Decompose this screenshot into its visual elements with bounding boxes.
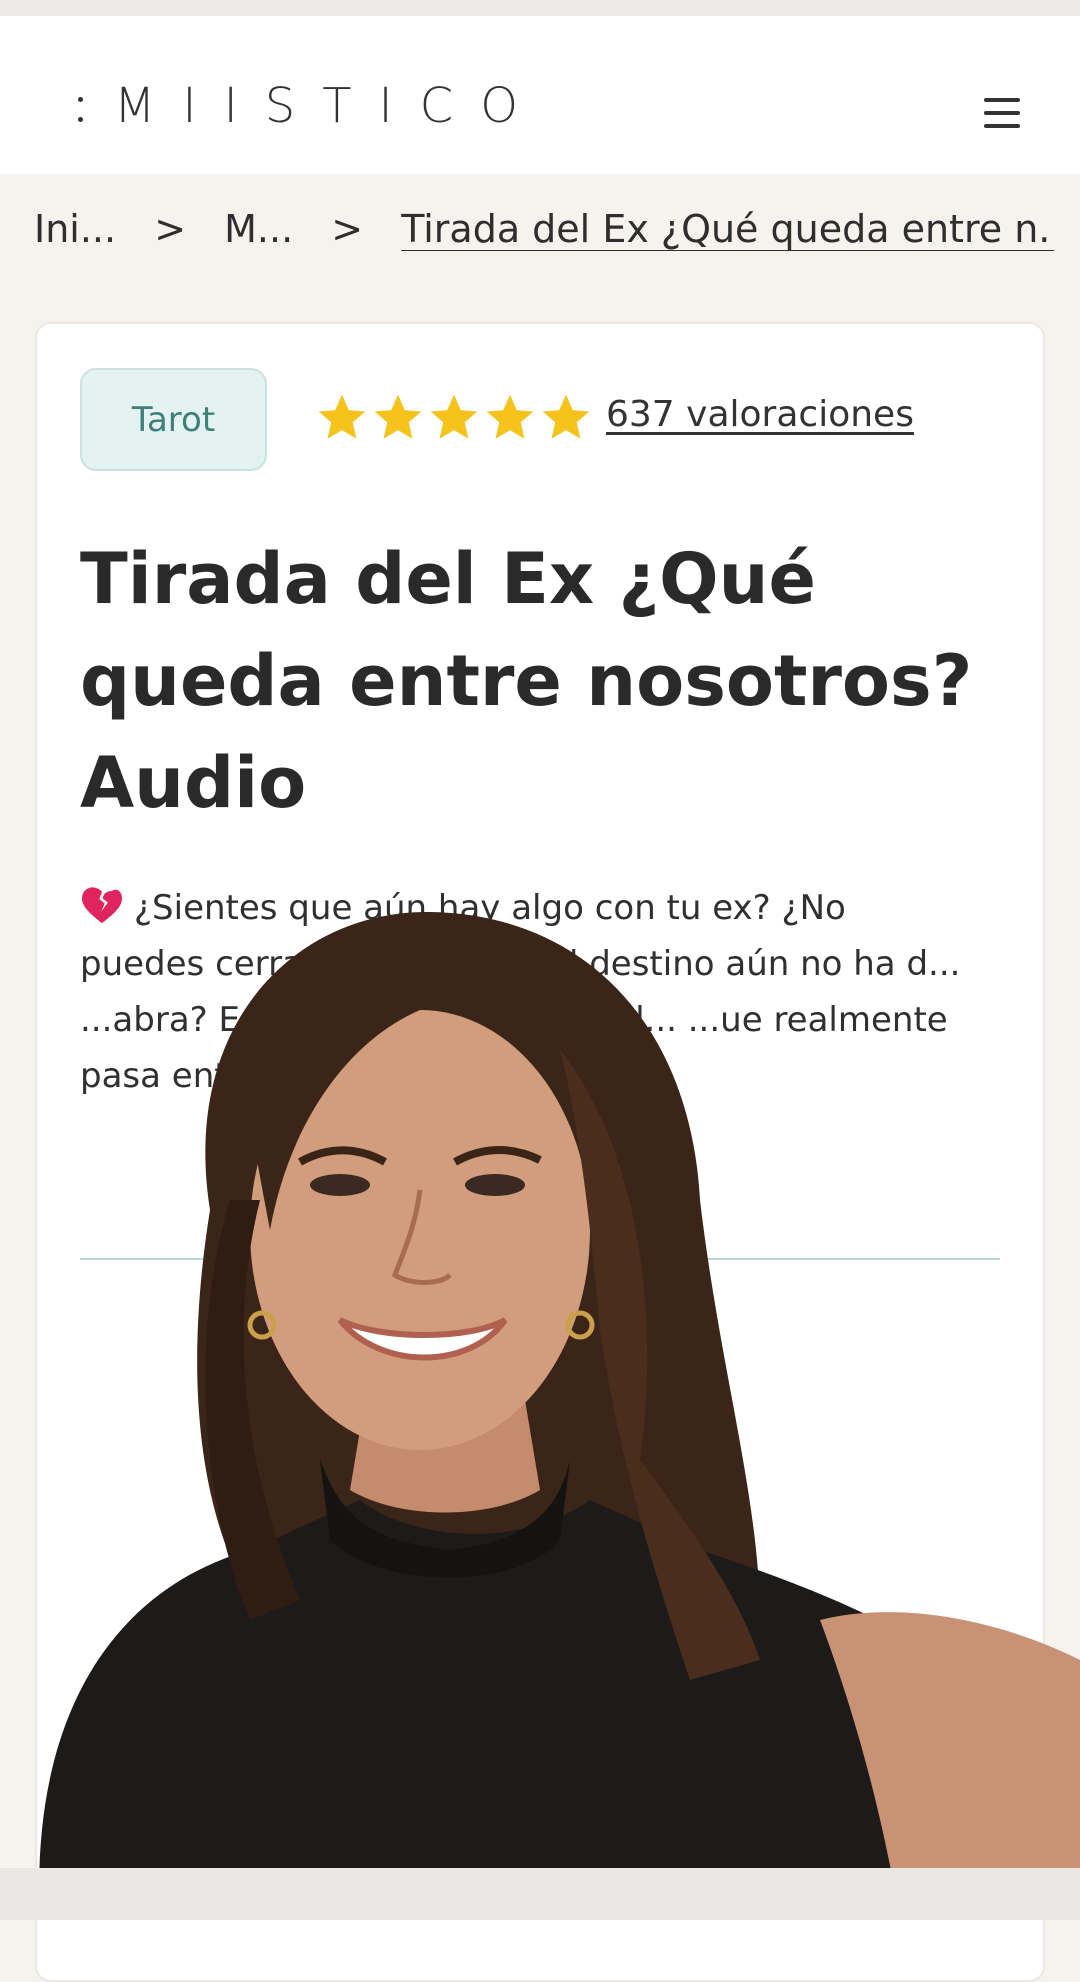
presenter-overlay-image — [39, 911, 1080, 1920]
breadcrumb-separator: > — [154, 206, 187, 251]
breadcrumb-item-current[interactable]: Tirada del Ex ¿Qué queda entre n... — [401, 207, 1054, 251]
star-icon — [486, 394, 534, 439]
rating-stars — [314, 390, 594, 450]
category-tag[interactable]: Tarot — [80, 368, 267, 471]
star-icon — [542, 394, 590, 439]
star-icon — [430, 394, 478, 439]
site-logo[interactable]: MIISTICO — [74, 78, 545, 134]
breadcrumb: Ini... > M... > Tirada del Ex ¿Qué queda… — [34, 204, 1054, 251]
breadcrumb-item-category[interactable]: M... — [224, 207, 293, 251]
breadcrumb-separator: > — [331, 206, 364, 251]
star-icon — [374, 394, 422, 439]
logo-dots-icon — [74, 91, 84, 127]
site-header: MIISTICO — [0, 16, 1080, 174]
browser-bottom-bar — [0, 1868, 1080, 1920]
ratings-count-link[interactable]: 637 valoraciones — [606, 394, 914, 435]
page-title: Tirada del Ex ¿Qué queda entre nosotros?… — [80, 538, 973, 824]
star-icon — [318, 394, 366, 439]
top-strip — [0, 0, 1080, 16]
logo-text: MIISTICO — [114, 78, 545, 134]
hamburger-menu-icon[interactable] — [980, 96, 1024, 130]
breadcrumb-item-home[interactable]: Ini... — [34, 207, 116, 251]
